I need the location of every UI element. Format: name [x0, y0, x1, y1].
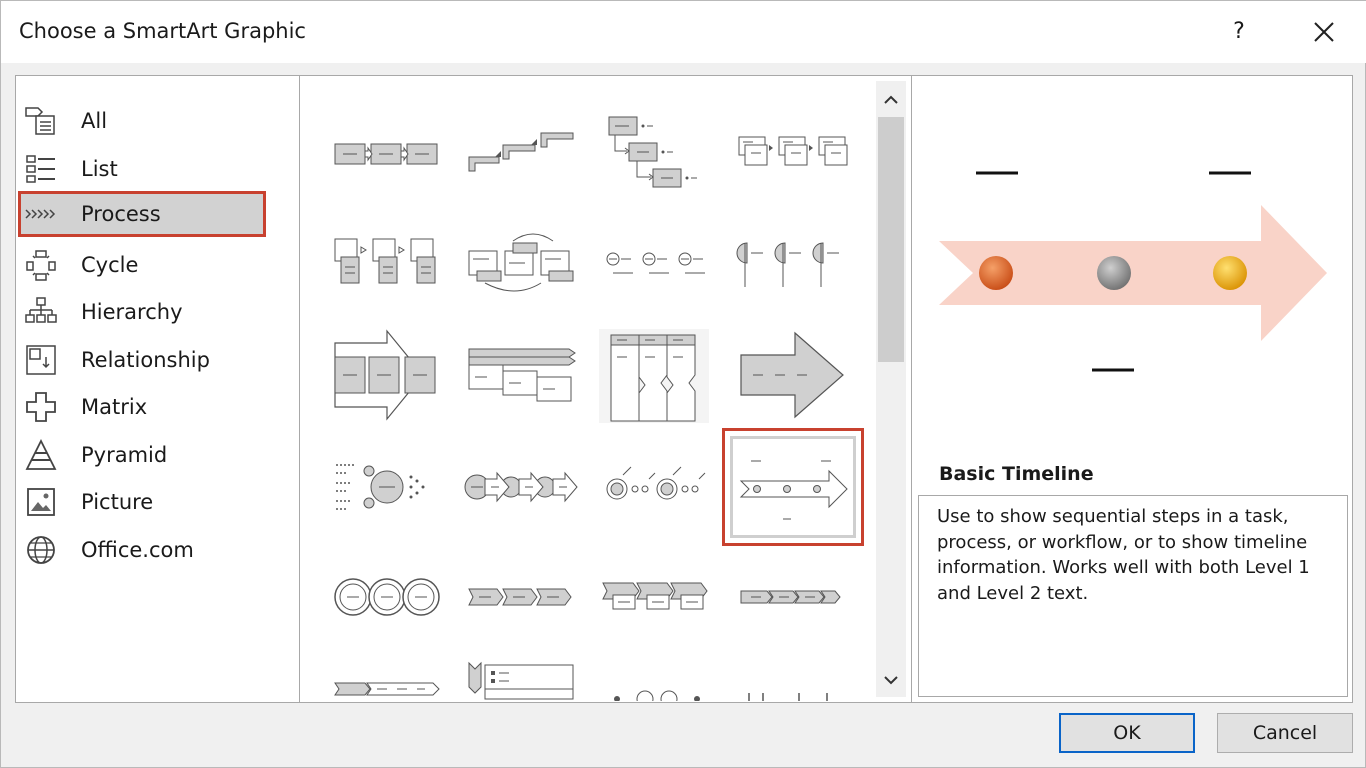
staggered-process-thumbnail	[468, 348, 576, 402]
layout-tile[interactable]	[321, 545, 453, 651]
basic-chevron-process-thumbnail	[606, 466, 706, 500]
category-cycle[interactable]: Cycle	[19, 242, 267, 288]
help-button[interactable]: ?	[1223, 15, 1255, 49]
category-hierarchy[interactable]: Hierarchy	[19, 289, 267, 335]
arrow-ribbon-thumbnail	[334, 682, 440, 696]
category-label: Office.com	[81, 538, 194, 562]
chevron-down-icon	[884, 676, 898, 685]
basic-timeline-preview-image	[939, 171, 1327, 372]
accent-process-thumbnail	[738, 136, 848, 166]
ok-button[interactable]: OK	[1059, 713, 1195, 753]
basic-process-thumbnail	[334, 143, 438, 165]
vertical-curved-list-thumbnail	[599, 329, 709, 423]
category-office-com[interactable]: Office.com	[19, 527, 267, 573]
layout-tile[interactable]	[455, 655, 587, 701]
process-icon	[23, 196, 59, 232]
process-arrows-thumbnail	[740, 331, 844, 419]
layout-title: Basic Timeline	[939, 463, 1094, 485]
layout-tile[interactable]	[589, 545, 721, 651]
all-icon	[23, 103, 59, 139]
layout-tile[interactable]	[321, 211, 453, 317]
picture-icon	[23, 484, 59, 520]
closed-chevron-process-thumbnail	[468, 588, 572, 606]
partial-layout-thumbnail	[748, 693, 828, 701]
layout-description-box: Use to show sequential steps in a task, …	[918, 495, 1348, 697]
layout-tile[interactable]	[723, 655, 855, 701]
layout-tile[interactable]	[723, 545, 855, 651]
category-label: Cycle	[81, 253, 139, 277]
layout-tile[interactable]	[589, 321, 721, 427]
category-label: Relationship	[81, 348, 210, 372]
close-button[interactable]	[1305, 13, 1343, 51]
category-label: Matrix	[81, 395, 148, 419]
layout-tile[interactable]	[321, 655, 453, 701]
circle-process-thumbnail	[464, 471, 578, 503]
smartart-dialog: Choose a SmartArt Graphic ? All List Pro…	[0, 0, 1366, 768]
layout-tile[interactable]	[589, 211, 721, 317]
picture-accent-process-thumbnail	[334, 238, 436, 284]
category-label: Pyramid	[81, 443, 168, 467]
tile-inner	[730, 436, 856, 538]
upward-arrow-process-thumbnail	[334, 329, 436, 421]
category-label: List	[81, 157, 118, 181]
scroll-down-button[interactable]	[878, 665, 904, 695]
layout-tile[interactable]	[321, 101, 453, 207]
chevron-accent-process-thumbnail	[602, 582, 708, 610]
title-bar: Choose a SmartArt Graphic ?	[1, 1, 1366, 63]
category-relationship[interactable]: Relationship	[19, 337, 267, 383]
vertical-chevron-list-thumbnail	[468, 661, 574, 700]
layout-tile[interactable]	[723, 211, 855, 317]
scrollbar-thumb[interactable]	[878, 117, 904, 362]
basic-timeline-tile[interactable]	[722, 428, 864, 546]
layout-tile[interactable]	[455, 545, 587, 651]
repeating-bending-process-thumbnail	[334, 578, 440, 616]
hierarchy-icon	[23, 294, 59, 330]
category-label: Process	[81, 202, 161, 226]
category-picture[interactable]: Picture	[19, 479, 267, 525]
layout-tile[interactable]	[455, 431, 587, 537]
dialog-title: Choose a SmartArt Graphic	[19, 19, 306, 43]
matrix-icon	[23, 389, 59, 425]
continuous-block-thumbnail	[606, 252, 705, 274]
category-pyramid[interactable]: Pyramid	[19, 432, 267, 478]
layout-tile[interactable]	[455, 211, 587, 317]
basic-chevron-thumbnail	[740, 590, 841, 604]
half-circle-process-thumbnail	[736, 242, 839, 287]
chevron-up-icon	[884, 95, 898, 104]
category-label: Picture	[81, 490, 154, 514]
category-matrix[interactable]: Matrix	[19, 384, 267, 430]
globe-icon	[23, 532, 59, 568]
layout-tile[interactable]	[321, 431, 453, 537]
alternating-flow-thumbnail	[468, 233, 574, 292]
category-list[interactable]: List	[19, 146, 267, 192]
list-icon	[23, 151, 59, 187]
cycle-icon	[23, 247, 59, 283]
layout-tile[interactable]	[589, 655, 721, 701]
layout-tile[interactable]	[589, 101, 721, 207]
layout-tile[interactable]	[321, 321, 453, 427]
descending-process-thumbnail	[608, 116, 697, 188]
layout-tile[interactable]	[589, 431, 721, 537]
close-icon	[1314, 22, 1334, 42]
layout-description: Use to show sequential steps in a task, …	[937, 506, 1310, 604]
category-process[interactable]: Process	[18, 191, 266, 237]
circle-arrow-process-thumbnail	[336, 464, 425, 510]
layout-tile[interactable]	[723, 101, 855, 207]
relationship-icon	[23, 342, 59, 378]
category-label: Hierarchy	[81, 300, 183, 324]
basic-timeline-thumbnail	[739, 460, 848, 520]
partial-layout-thumbnail	[614, 690, 700, 701]
layout-tile[interactable]	[455, 101, 587, 207]
category-all[interactable]: All	[19, 98, 267, 144]
scroll-up-button[interactable]	[878, 85, 904, 115]
category-label: All	[81, 109, 108, 133]
layout-tile[interactable]	[723, 321, 855, 427]
pyramid-icon	[23, 437, 59, 473]
cancel-button[interactable]: Cancel	[1217, 713, 1353, 753]
step-up-process-thumbnail	[468, 132, 574, 172]
layout-tile[interactable]	[455, 321, 587, 427]
